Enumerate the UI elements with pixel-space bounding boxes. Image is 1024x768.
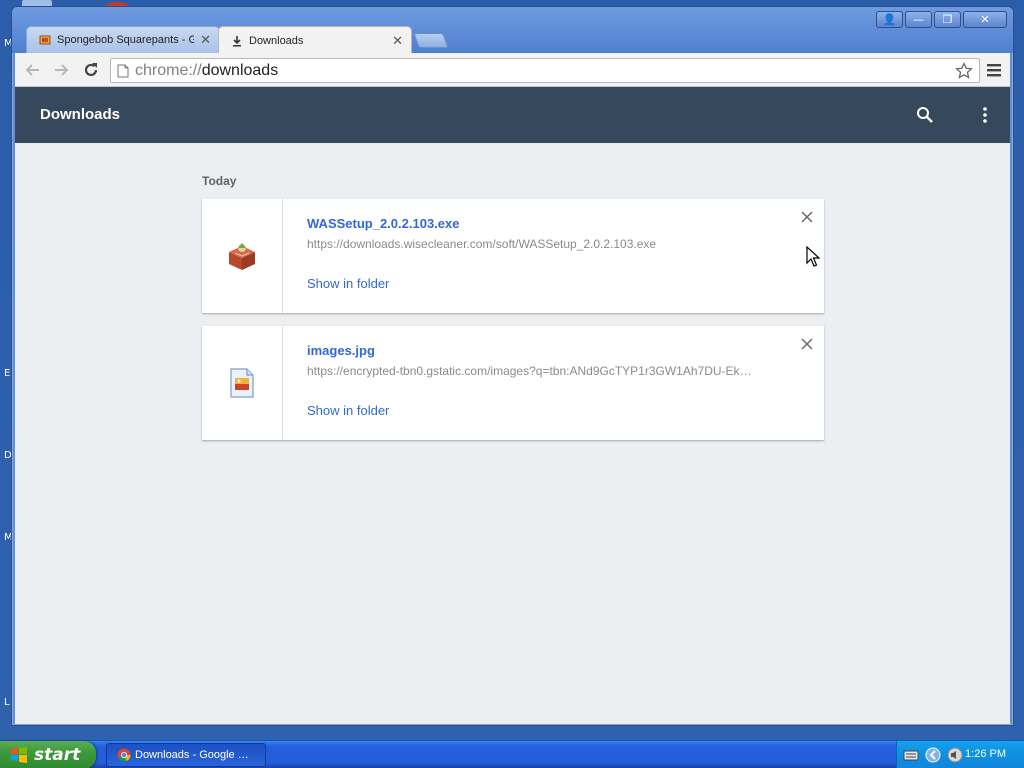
- window-controls: 👤 — ❐ ✕: [876, 11, 1007, 28]
- taskbar-item-label: Downloads - Google …: [135, 749, 249, 761]
- remove-icon[interactable]: [799, 336, 815, 352]
- page-title: Downloads: [40, 106, 121, 123]
- file-icon-column: [202, 326, 283, 440]
- download-icon: [231, 35, 243, 47]
- page-icon: [117, 64, 129, 77]
- package-icon: [229, 243, 255, 270]
- chrome-icon: [117, 748, 131, 762]
- remove-icon[interactable]: [799, 209, 815, 225]
- tab-title: Spongebob Squarepants - G: [57, 34, 195, 46]
- url-scheme: chrome://: [135, 61, 202, 79]
- windows-logo-icon: [11, 747, 27, 763]
- downloads-page: Downloads Today WASSetup_2.0.2.103.exe h…: [15, 87, 1010, 724]
- new-tab-button[interactable]: [413, 33, 449, 48]
- more-vert-icon[interactable]: [977, 105, 993, 125]
- desktop-icon-label: L: [4, 697, 10, 708]
- file-icon-column: [202, 199, 283, 313]
- show-hidden-icons-icon[interactable]: [925, 747, 941, 763]
- minimize-button[interactable]: —: [905, 11, 932, 28]
- taskbar: start Downloads - Google … 1:26 PM: [0, 740, 1024, 768]
- keyboard-icon[interactable]: [903, 747, 919, 763]
- bookmark-star-icon[interactable]: [955, 62, 973, 80]
- profile-button[interactable]: 👤: [876, 11, 903, 28]
- back-icon[interactable]: [23, 60, 43, 80]
- tab-close-icon[interactable]: ✕: [200, 32, 211, 48]
- toolbar: chrome://downloads: [15, 53, 1010, 87]
- tab-close-icon[interactable]: ✕: [392, 33, 403, 49]
- download-item: images.jpg https://encrypted-tbn0.gstati…: [202, 326, 824, 440]
- speaker-icon[interactable]: [947, 747, 963, 763]
- browser-window: 👤 — ❐ ✕ Spongebob Squarepants - G ✕ Down…: [11, 6, 1014, 726]
- clock[interactable]: 1:26 PM: [965, 748, 1006, 760]
- file-source-url[interactable]: https://encrypted-tbn0.gstatic.com/image…: [307, 364, 777, 378]
- file-source-url[interactable]: https://downloads.wisecleaner.com/soft/W…: [307, 237, 777, 251]
- app-bar: Downloads: [15, 87, 1010, 143]
- url-host: downloads: [201, 61, 279, 79]
- file-name-link[interactable]: images.jpg: [307, 343, 375, 358]
- show-in-folder-link[interactable]: Show in folder: [307, 276, 389, 291]
- reload-icon[interactable]: [81, 60, 101, 80]
- taskbar-item-downloads[interactable]: Downloads - Google …: [106, 743, 266, 767]
- address-bar[interactable]: chrome://downloads: [110, 58, 980, 83]
- image-file-icon: [230, 368, 254, 398]
- desktop-icon-label: E: [4, 368, 11, 379]
- date-section-label: Today: [202, 174, 237, 188]
- maximize-button[interactable]: ❐: [934, 11, 961, 28]
- page-favicon-icon: [39, 34, 51, 46]
- download-item: WASSetup_2.0.2.103.exe https://downloads…: [202, 199, 824, 313]
- start-button[interactable]: start: [0, 741, 96, 768]
- mouse-cursor-icon: [806, 246, 820, 267]
- show-in-folder-link[interactable]: Show in folder: [307, 403, 389, 418]
- tab-spongebob[interactable]: Spongebob Squarepants - G ✕: [26, 26, 220, 53]
- system-tray: 1:26 PM: [896, 741, 1024, 768]
- file-name-link[interactable]: WASSetup_2.0.2.103.exe: [307, 216, 459, 231]
- forward-icon[interactable]: [51, 60, 71, 80]
- tab-downloads[interactable]: Downloads ✕: [218, 26, 412, 54]
- close-window-button[interactable]: ✕: [963, 11, 1007, 28]
- tab-title: Downloads: [249, 34, 304, 47]
- chrome-menu-icon[interactable]: [985, 61, 1003, 79]
- search-icon[interactable]: [915, 105, 935, 125]
- start-label: start: [34, 745, 81, 765]
